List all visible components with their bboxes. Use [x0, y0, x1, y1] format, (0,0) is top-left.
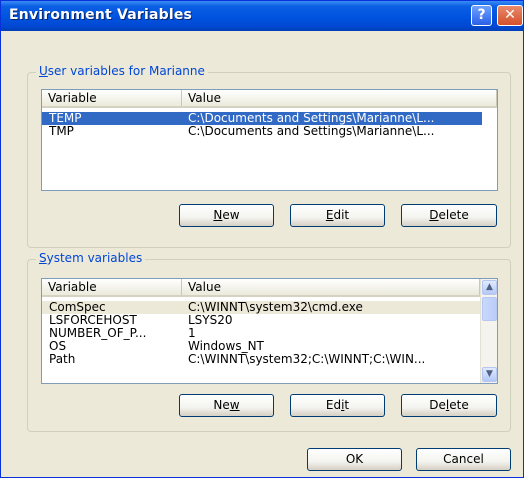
help-button[interactable]: ?: [471, 5, 492, 26]
row-variable: OS: [49, 340, 67, 353]
row-value: 1: [188, 327, 196, 340]
system-edit-button[interactable]: Edit: [290, 394, 385, 417]
user-list-header: Variable Value: [42, 90, 497, 108]
column-header-value[interactable]: Value: [182, 90, 497, 106]
column-header-value[interactable]: Value: [182, 279, 480, 295]
system-row-number-of-processors[interactable]: NUMBER_OF_P... 1: [42, 327, 480, 340]
system-row-comspec[interactable]: ComSpec C:\WINNT\system32\cmd.exe: [42, 301, 480, 314]
help-icon: ?: [477, 7, 486, 23]
row-value: Windows_NT: [188, 340, 264, 353]
system-variables-list[interactable]: Variable Value ComSpec C:\WINNT\system32…: [41, 278, 498, 384]
system-row-os[interactable]: OS Windows_NT: [42, 340, 480, 353]
close-icon: ✕: [504, 7, 516, 23]
ok-button[interactable]: OK: [307, 448, 402, 471]
row-value: C:\WINNT\system32;C:\WINNT;C:\WIN...: [188, 353, 426, 366]
row-value: LSYS20: [188, 314, 233, 327]
user-row-temp[interactable]: TEMP C:\Documents and Settings\Marianne\…: [42, 112, 482, 125]
scroll-down-arrow-icon[interactable]: ▼: [482, 367, 497, 382]
row-variable: ComSpec: [49, 301, 106, 314]
scroll-up-arrow-icon[interactable]: ▲: [482, 280, 497, 295]
user-edit-button[interactable]: Edit: [290, 204, 385, 227]
system-list-header: Variable Value: [42, 279, 480, 297]
environment-variables-dialog: Environment Variables ? ✕ User variables…: [0, 0, 524, 478]
system-list-scrollbar[interactable]: ▲ ▼: [480, 279, 497, 383]
row-variable: TMP: [49, 125, 74, 138]
scrollbar-thumb[interactable]: [482, 297, 497, 321]
row-value: C:\WINNT\system32\cmd.exe: [188, 301, 363, 314]
row-value: C:\Documents and Settings\Marianne\L...: [188, 112, 435, 125]
column-header-variable[interactable]: Variable: [42, 279, 182, 295]
system-row-lsforcehost[interactable]: LSFORCEHOST LSYS20: [42, 314, 480, 327]
user-new-button[interactable]: New: [179, 204, 274, 227]
row-variable: NUMBER_OF_P...: [49, 327, 147, 340]
row-variable: Path: [49, 353, 76, 366]
user-variables-label: User variables for Marianne: [36, 64, 208, 78]
user-variables-list[interactable]: Variable Value TEMP C:\Documents and Set…: [41, 89, 498, 191]
system-new-button[interactable]: New: [179, 394, 274, 417]
system-variables-label: System variables: [36, 251, 146, 265]
row-variable: LSFORCEHOST: [49, 314, 137, 327]
row-value: C:\Documents and Settings\Marianne\L...: [188, 125, 435, 138]
system-delete-button[interactable]: Delete: [401, 394, 497, 417]
close-button[interactable]: ✕: [497, 5, 523, 26]
system-row-path[interactable]: Path C:\WINNT\system32;C:\WINNT;C:\WIN..…: [42, 353, 480, 366]
title-bar[interactable]: Environment Variables ? ✕: [1, 1, 523, 31]
row-variable: TEMP: [49, 112, 82, 125]
window-title: Environment Variables: [9, 7, 193, 23]
cancel-button[interactable]: Cancel: [416, 448, 511, 471]
column-header-variable[interactable]: Variable: [42, 90, 182, 106]
user-row-tmp[interactable]: TMP C:\Documents and Settings\Marianne\L…: [42, 125, 482, 138]
user-delete-button[interactable]: Delete: [401, 204, 497, 227]
